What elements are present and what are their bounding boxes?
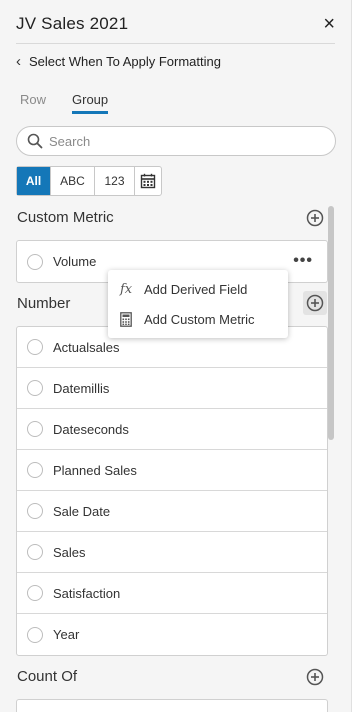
back-link[interactable]: ‹ Select When To Apply Formatting [16, 54, 221, 69]
calendar-icon [140, 173, 156, 189]
filter-date-button[interactable] [135, 167, 161, 195]
section-title-number: Number [17, 295, 71, 312]
close-icon[interactable]: × [323, 10, 335, 34]
add-circle-icon[interactable] [306, 668, 324, 686]
tab-group[interactable]: Group [72, 92, 109, 114]
tab-row[interactable]: Row [20, 92, 46, 114]
formatting-panel: JV Sales 2021 × ‹ Select When To Apply F… [0, 0, 352, 712]
radio-button[interactable] [27, 585, 43, 601]
search-icon [27, 133, 43, 149]
list-item[interactable]: Sale Date [17, 491, 327, 532]
section-title-custom-metric: Custom Metric [17, 209, 114, 226]
number-field-list: Actualsales Datemillis Dateseconds Plann… [16, 326, 328, 656]
search-box [16, 126, 336, 156]
filter-number-button[interactable]: 123 [95, 167, 135, 195]
scrollbar-thumb[interactable] [328, 206, 334, 440]
list-item-label: Dateseconds [53, 421, 129, 437]
add-number-button[interactable] [303, 291, 327, 315]
tab-bar: Row Group [20, 92, 134, 114]
list-item[interactable]: Planned Sales [17, 450, 327, 491]
radio-button[interactable] [27, 339, 43, 355]
list-item-label: Sales [53, 544, 86, 560]
section-title-count-of: Count Of [17, 668, 78, 685]
list-item-label: Volume [53, 254, 97, 269]
radio-button[interactable] [27, 421, 43, 437]
list-item[interactable]: Year [17, 614, 327, 655]
filter-all-button[interactable]: All [17, 167, 51, 195]
menu-item-add-custom-metric[interactable]: Add Custom Metric [108, 304, 288, 334]
radio-button[interactable] [27, 503, 43, 519]
back-link-label: Select When To Apply Formatting [29, 54, 221, 69]
list-item[interactable]: Satisfaction [17, 573, 327, 614]
radio-button[interactable] [27, 253, 43, 270]
list-item[interactable]: Dateseconds [17, 409, 327, 450]
radio-button[interactable] [27, 380, 43, 396]
list-item-label: Satisfaction [53, 585, 121, 601]
menu-item-add-derived-field[interactable]: fx Add Derived Field [108, 274, 288, 304]
list-item[interactable]: Sales [17, 532, 327, 573]
panel-header: JV Sales 2021 × [16, 0, 335, 44]
list-item-label: Year [53, 627, 80, 642]
list-item-label: Actualsales [53, 339, 120, 355]
panel-title: JV Sales 2021 [16, 13, 129, 33]
calculator-icon [120, 311, 132, 327]
function-icon: fx [120, 281, 133, 297]
chevron-left-icon: ‹ [16, 53, 21, 70]
type-filter-group: All ABC 123 [16, 166, 162, 196]
list-item[interactable]: Datemillis [17, 368, 327, 409]
add-field-menu: fx Add Derived Field Add Custom Metric [108, 270, 288, 338]
radio-button[interactable] [27, 626, 43, 643]
list-item-label: Sale Date [53, 503, 111, 519]
list-item-label: Planned Sales [53, 462, 137, 478]
add-circle-icon [306, 294, 324, 312]
more-options-icon[interactable]: ••• [293, 253, 313, 269]
menu-item-label: Add Custom Metric [144, 311, 255, 327]
add-circle-icon[interactable] [306, 209, 324, 227]
radio-button[interactable] [27, 544, 43, 560]
filter-text-button[interactable]: ABC [51, 167, 95, 195]
list-item-label: Datemillis [53, 380, 110, 396]
search-input[interactable] [49, 133, 319, 149]
radio-button[interactable] [27, 462, 43, 478]
menu-item-label: Add Derived Field [144, 281, 248, 297]
count-of-list [16, 699, 328, 712]
